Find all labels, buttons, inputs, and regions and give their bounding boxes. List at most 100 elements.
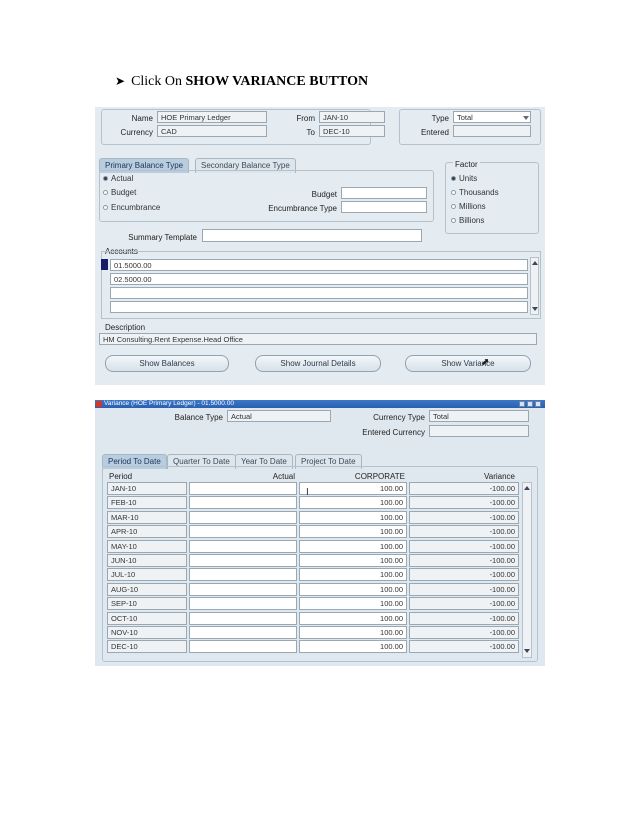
actual-cell[interactable] xyxy=(189,539,297,553)
row-selected-marker xyxy=(101,259,108,270)
type-select[interactable]: Total xyxy=(453,111,531,123)
radio-millions[interactable]: Millions xyxy=(451,202,486,211)
corporate-cell[interactable]: 100.00 xyxy=(299,510,407,524)
actual-cell[interactable] xyxy=(189,582,297,596)
entered-currency-label: Entered Currency xyxy=(362,428,425,437)
entered-label: Entered xyxy=(420,128,449,137)
variance-cell[interactable]: -100.00 xyxy=(409,582,519,596)
heading-prefix: Click On xyxy=(131,74,186,89)
variance-cell[interactable]: -100.00 xyxy=(409,554,519,567)
radio-budget[interactable]: Budget xyxy=(103,188,136,197)
period-cell[interactable]: AUG-10 xyxy=(107,582,187,596)
actual-cell[interactable] xyxy=(189,525,297,539)
period-cell[interactable]: SEP-10 xyxy=(107,597,187,611)
scroll-down-icon[interactable] xyxy=(524,649,530,653)
corporate-cell[interactable]: 100.00 xyxy=(299,539,407,553)
close-icon[interactable] xyxy=(535,401,541,407)
scroll-up-icon[interactable] xyxy=(532,261,538,265)
summary-template-field[interactable] xyxy=(202,229,422,242)
entered-field[interactable] xyxy=(453,125,531,137)
corporate-cell[interactable]: 100.00 xyxy=(299,597,407,611)
actual-cell[interactable] xyxy=(189,597,297,611)
name-field[interactable]: HOE Primary Ledger xyxy=(157,111,267,123)
text-cursor-icon: I xyxy=(306,487,309,498)
corporate-cell[interactable]: 100.00 xyxy=(299,496,407,510)
budget-field[interactable] xyxy=(341,187,427,199)
show-balances-button[interactable]: Show Balances xyxy=(105,355,229,372)
variance-cell[interactable]: -100.00 xyxy=(409,496,519,510)
variance-cell[interactable]: -100.00 xyxy=(409,539,519,553)
budget-label: Budget xyxy=(311,190,337,199)
col-header-period: Period xyxy=(109,472,133,481)
period-cell[interactable]: JAN-10 xyxy=(107,482,187,495)
radio-empty-icon xyxy=(451,190,456,196)
actual-cell[interactable] xyxy=(189,482,297,495)
variance-cell[interactable]: -100.00 xyxy=(409,482,519,495)
period-cell[interactable]: JUL-10 xyxy=(107,568,187,582)
period-cell[interactable]: NOV-10 xyxy=(107,626,187,639)
corporate-cell[interactable]: 100.00 xyxy=(299,482,407,495)
entered-currency-field[interactable] xyxy=(429,425,529,437)
actual-cell[interactable] xyxy=(189,496,297,510)
period-cell[interactable]: FEB-10 xyxy=(107,496,187,510)
scroll-down-icon[interactable] xyxy=(532,307,538,311)
actual-cell[interactable] xyxy=(189,554,297,567)
actual-cell[interactable] xyxy=(189,568,297,582)
from-field[interactable]: JAN-10 xyxy=(319,111,385,123)
account-row-2[interactable]: 02.5000.00 xyxy=(110,273,528,285)
show-variance-button[interactable]: Show Variance xyxy=(405,355,531,372)
corporate-cell[interactable]: 100.00 xyxy=(299,525,407,539)
mouse-cursor-icon: ⬈ xyxy=(481,357,490,368)
actual-cell[interactable] xyxy=(189,611,297,625)
scroll-up-icon[interactable] xyxy=(524,486,530,490)
arrow-bullet-icon: ➤ xyxy=(115,74,126,88)
variance-cell[interactable]: -100.00 xyxy=(409,510,519,524)
currency-type-field[interactable]: Total xyxy=(429,410,529,422)
col-header-actual: Actual xyxy=(272,472,295,481)
radio-encumbrance[interactable]: Encumbrance xyxy=(103,203,160,212)
variance-cell[interactable]: -100.00 xyxy=(409,640,519,654)
balance-type-field[interactable]: Actual xyxy=(227,410,331,422)
actual-cell[interactable] xyxy=(189,626,297,639)
actual-cell[interactable] xyxy=(189,510,297,524)
period-cell[interactable]: MAY-10 xyxy=(107,539,187,553)
show-journal-details-button[interactable]: Show Journal Details xyxy=(255,355,381,372)
corporate-cell[interactable]: 100.00 xyxy=(299,640,407,654)
variance-cell[interactable]: -100.00 xyxy=(409,611,519,625)
period-cell[interactable]: JUN-10 xyxy=(107,554,187,567)
variance-cell[interactable]: -100.00 xyxy=(409,626,519,639)
radio-units[interactable]: Units xyxy=(451,174,477,183)
currency-field[interactable]: CAD xyxy=(157,125,267,137)
corporate-cell[interactable]: 100.00 xyxy=(299,582,407,596)
to-label: To xyxy=(306,128,315,137)
corporate-cell[interactable]: 100.00 xyxy=(299,611,407,625)
period-cell[interactable]: APR-10 xyxy=(107,525,187,539)
maximize-icon[interactable] xyxy=(527,401,533,407)
radio-actual[interactable]: Actual xyxy=(103,174,133,183)
corporate-cell[interactable]: 100.00 xyxy=(299,554,407,567)
accounts-scrollbar[interactable] xyxy=(530,257,539,315)
description-field[interactable]: HM Consulting.Rent Expense.Head Office xyxy=(99,333,537,345)
encumbrance-type-field[interactable] xyxy=(341,201,427,213)
corporate-cell[interactable]: 100.00 xyxy=(299,568,407,582)
variance-cell[interactable]: -100.00 xyxy=(409,525,519,539)
radio-empty-icon xyxy=(451,218,456,224)
variance-cell[interactable]: -100.00 xyxy=(409,568,519,582)
variance-scrollbar[interactable] xyxy=(522,482,532,658)
chevron-down-icon[interactable] xyxy=(523,116,529,120)
variance-cell[interactable]: -100.00 xyxy=(409,597,519,611)
account-row-1[interactable]: 01.5000.00 xyxy=(110,259,528,271)
col-header-variance: Variance xyxy=(484,472,515,481)
period-cell[interactable]: DEC-10 xyxy=(107,640,187,654)
account-row-3[interactable] xyxy=(110,287,528,299)
corporate-cell[interactable]: 100.00 xyxy=(299,626,407,639)
radio-billions[interactable]: Billions xyxy=(451,216,484,225)
radio-thousands[interactable]: Thousands xyxy=(451,188,499,197)
minimize-icon[interactable] xyxy=(519,401,525,407)
period-cell[interactable]: MAR-10 xyxy=(107,510,187,524)
account-row-4[interactable] xyxy=(110,301,528,313)
from-label: From xyxy=(296,114,315,123)
period-cell[interactable]: OCT-10 xyxy=(107,611,187,625)
actual-cell[interactable] xyxy=(189,640,297,654)
to-field[interactable]: DEC-10 xyxy=(319,125,385,137)
